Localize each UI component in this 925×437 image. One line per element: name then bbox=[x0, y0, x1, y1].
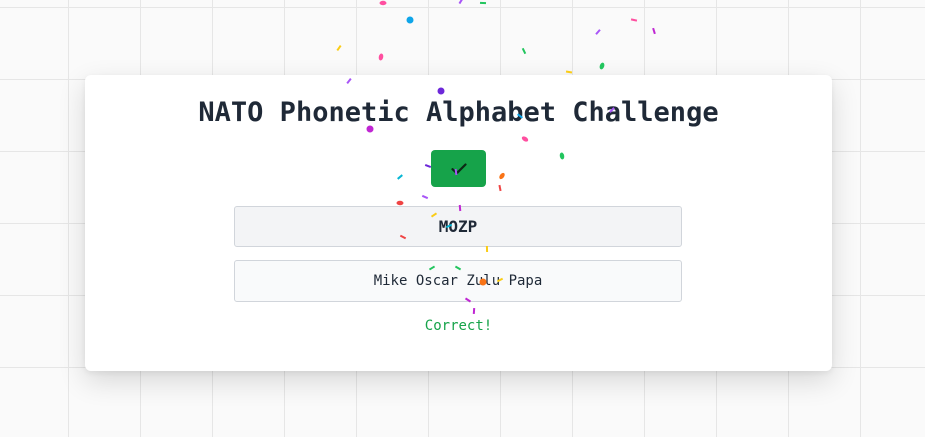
confetti-piece bbox=[336, 44, 342, 52]
confetti-piece bbox=[521, 47, 527, 55]
challenge-card: NATO Phonetic Alphabet Challenge MOZP Co… bbox=[85, 75, 832, 371]
confetti-piece bbox=[379, 0, 387, 6]
confetti-piece bbox=[630, 18, 638, 22]
checkmark-icon bbox=[450, 162, 467, 175]
confetti-piece bbox=[652, 27, 656, 35]
confetti-piece bbox=[458, 0, 464, 5]
confetti-piece bbox=[406, 16, 414, 24]
answer-input[interactable] bbox=[234, 260, 682, 302]
confetti-piece bbox=[565, 70, 573, 74]
check-button[interactable] bbox=[431, 150, 486, 187]
confetti-piece bbox=[378, 53, 384, 61]
code-display: MOZP bbox=[234, 206, 682, 247]
feedback-message: Correct! bbox=[424, 318, 493, 334]
page-title: NATO Phonetic Alphabet Challenge bbox=[198, 97, 719, 128]
confetti-piece bbox=[479, 1, 487, 5]
confetti-piece bbox=[599, 62, 605, 70]
confetti-piece bbox=[595, 29, 601, 35]
